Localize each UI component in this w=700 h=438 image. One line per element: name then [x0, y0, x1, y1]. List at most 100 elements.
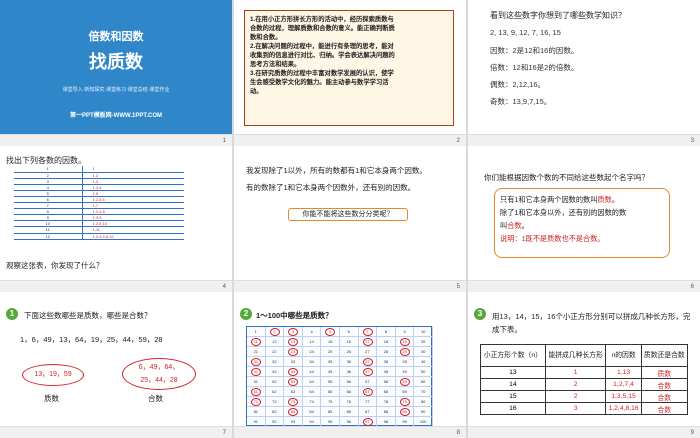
- table-header: 小正方形个数（n）: [480, 344, 546, 367]
- grid-cell-prime: 5: [321, 327, 340, 337]
- grid-cell: 33: [284, 357, 303, 367]
- slide-thumbnail-4[interactable]: 找出下列各数的因数。 1 1 2 1,2 3 1,3 4 1,2,4 5 1,5 6 1,2,3,6 7…: [0, 146, 232, 292]
- grid-cell-prime: 19: [395, 337, 415, 347]
- term-prime: 质数: [597, 195, 612, 204]
- grid-cell: 90: [414, 407, 433, 417]
- cell-count: 1: [544, 366, 607, 379]
- slide-number: 6: [690, 284, 694, 290]
- grid-cell: 45: [321, 367, 340, 377]
- grid-cell: 84: [302, 407, 322, 417]
- grid-cell: 39: [395, 357, 415, 367]
- prime-circle: [251, 388, 261, 396]
- grid-cell-prime: 59: [395, 377, 415, 387]
- grid-cell-prime: 47: [358, 367, 378, 377]
- prime-circle: [362, 418, 373, 426]
- exercise-badge: 3: [474, 308, 486, 320]
- slide-thumbnail-1[interactable]: 倍数和因数 找质数 课堂导入·新知探究·课堂练习·课堂总结·课堂作业 第一PPT…: [0, 0, 232, 146]
- cell-count: 2: [544, 378, 607, 391]
- grid-cell-prime: 37: [358, 357, 378, 367]
- prime-circle: [399, 348, 410, 356]
- grid-cell: 18: [377, 337, 396, 347]
- prime-circle: [362, 338, 373, 346]
- grid-cell: 4: [302, 327, 322, 337]
- cell-n: 14: [480, 378, 546, 391]
- grid-cell: 25: [321, 347, 340, 357]
- table-row: 12 1,2,3,4,6,12: [14, 233, 184, 240]
- slide-thumbnail-8[interactable]: 2 1～100中哪些是质数？ 1 2 3 4 5 6 7 8 9 10 11 12 13 14 15 16 17…: [234, 292, 466, 438]
- grid-cell-prime: 23: [284, 347, 303, 357]
- grid-cell: 52: [265, 377, 285, 387]
- grid-cell: 63: [284, 387, 303, 397]
- grid-cell: 28: [377, 347, 396, 357]
- slide-number: 3: [690, 138, 694, 144]
- multiples-line: 倍数：12和16是2的倍数。: [490, 63, 579, 72]
- factors-line: 因数：2是12和16的因数。: [490, 46, 579, 55]
- grid-cell: 77: [358, 397, 378, 407]
- grid-cell: 26: [340, 347, 359, 357]
- grid-cell: 15: [321, 337, 340, 347]
- grid-cell-prime: 7: [358, 327, 378, 337]
- slide-thumbnail-2[interactable]: 1.在用小正方形拼长方形的活动中，经历探索质数与 合数的过程，理解质数和合数的意…: [234, 0, 466, 146]
- cell-n: 16: [480, 402, 546, 415]
- objective-line: 2.在解决问题的过程中，能进行有条理的思考，能对: [250, 43, 394, 50]
- prime-circle: [288, 348, 299, 356]
- cell-factors: 1,13: [605, 366, 642, 379]
- grid-cell: 34: [302, 357, 322, 367]
- prime-circle: [362, 388, 373, 396]
- grid-cell: 8: [377, 327, 396, 337]
- grid-cell: 10: [414, 327, 433, 337]
- prime-circle: [288, 338, 299, 346]
- grid-cell: 40: [414, 357, 433, 367]
- slide-thumbnail-7[interactable]: 1 下面这些数哪些是质数，哪些是合数？ 1，6，49，13，64，19，25，4…: [0, 292, 232, 438]
- factor-table: 1 1 2 1,2 3 1,3 4 1,2,4 5 1,5 6 1,2,3,6 7 1,7 8 1,2,4,8…: [14, 166, 184, 240]
- grid-cell: 78: [377, 397, 396, 407]
- slide-title: 找质数: [89, 52, 143, 72]
- cell-factors: 1,2,7,4: [605, 378, 642, 391]
- grid-cell: 1: [247, 327, 266, 337]
- definition-line-prime: 只有1和它本身两个因数的数叫质数。: [500, 193, 664, 206]
- grid-cell: 65: [321, 387, 340, 397]
- grid-cell: 74: [302, 397, 322, 407]
- grid-cell: 48: [377, 367, 396, 377]
- grid-cell: 76: [340, 397, 359, 407]
- grid-cell-prime: 89: [395, 407, 415, 417]
- grid-cell: 82: [265, 407, 285, 417]
- prime-oval: 13，19，59: [22, 364, 84, 386]
- grid-cell-prime: 53: [284, 377, 303, 387]
- grid-cell: 64: [302, 387, 322, 397]
- slide-number: 7: [222, 430, 226, 436]
- grid-cell: 24: [302, 347, 322, 357]
- definition-line-composite: 叫合数。: [500, 219, 664, 232]
- table-row: 15 2 1,3,5,15 合数: [480, 390, 689, 403]
- number-list: 2, 13, 9, 12, 7, 16, 15: [490, 28, 561, 37]
- prime-circle: [251, 398, 261, 406]
- grid-cell: 86: [340, 407, 359, 417]
- objective-line: 合数的过程，理解质数和合数的意义。能正确判断质: [250, 25, 395, 32]
- objectives-box: 1.在用小正方形拼长方形的活动中，经历探索质数与 合数的过程，理解质数和合数的意…: [244, 10, 454, 126]
- cell-type: 质数: [640, 366, 689, 379]
- title-banner: 倍数和因数 找质数 课堂导入·新知探究·课堂练习·课堂总结·课堂作业 第一PPT…: [0, 0, 232, 134]
- number-list: 1，6，49，13，64，19，25，44，59，28: [20, 335, 163, 344]
- question-text: 看到这些数字你想到了哪些数学知识？: [490, 11, 626, 20]
- slide-thumbnail-3[interactable]: 看到这些数字你想到了哪些数学知识？ 2, 13, 9, 12, 7, 16, 1…: [468, 0, 700, 146]
- slide-footer: [234, 134, 466, 146]
- slide-thumbnail-6[interactable]: 你们能根据因数个数的不同给这些数起个名字吗？ 只有1和它本身两个因数的数叫质数。…: [468, 146, 700, 292]
- question-text: 找出下列各数的因数。: [6, 156, 86, 165]
- grid-cell: 27: [358, 347, 378, 357]
- grid-cell: 30: [414, 347, 433, 357]
- grid-cell: 12: [265, 337, 285, 347]
- grid-cell: 38: [377, 357, 396, 367]
- slide-thumbnail-9[interactable]: 3 用13，14，15，16个小正方形分别可以拼成几种长方形，完成下表。 小正方…: [468, 292, 700, 438]
- term-composite: 合数: [507, 221, 522, 230]
- grid-cell: 35: [321, 357, 340, 367]
- cell-count: 2: [544, 390, 607, 403]
- prime-circle: [288, 368, 299, 376]
- slide-thumbnail-5[interactable]: 我发现除了1以外，所有的数都有1和它本身两个因数。 有的数除了1和它本身两个因数…: [234, 146, 466, 292]
- grid-cell-prime: 43: [284, 367, 303, 377]
- grid-cell: 20: [414, 337, 433, 347]
- slide-subtitle: 倍数和因数: [88, 31, 144, 43]
- prime-circle: [288, 378, 299, 386]
- grid-cell: 75: [321, 397, 340, 407]
- prime-circle: [288, 328, 299, 336]
- slide-number: 9: [690, 430, 694, 436]
